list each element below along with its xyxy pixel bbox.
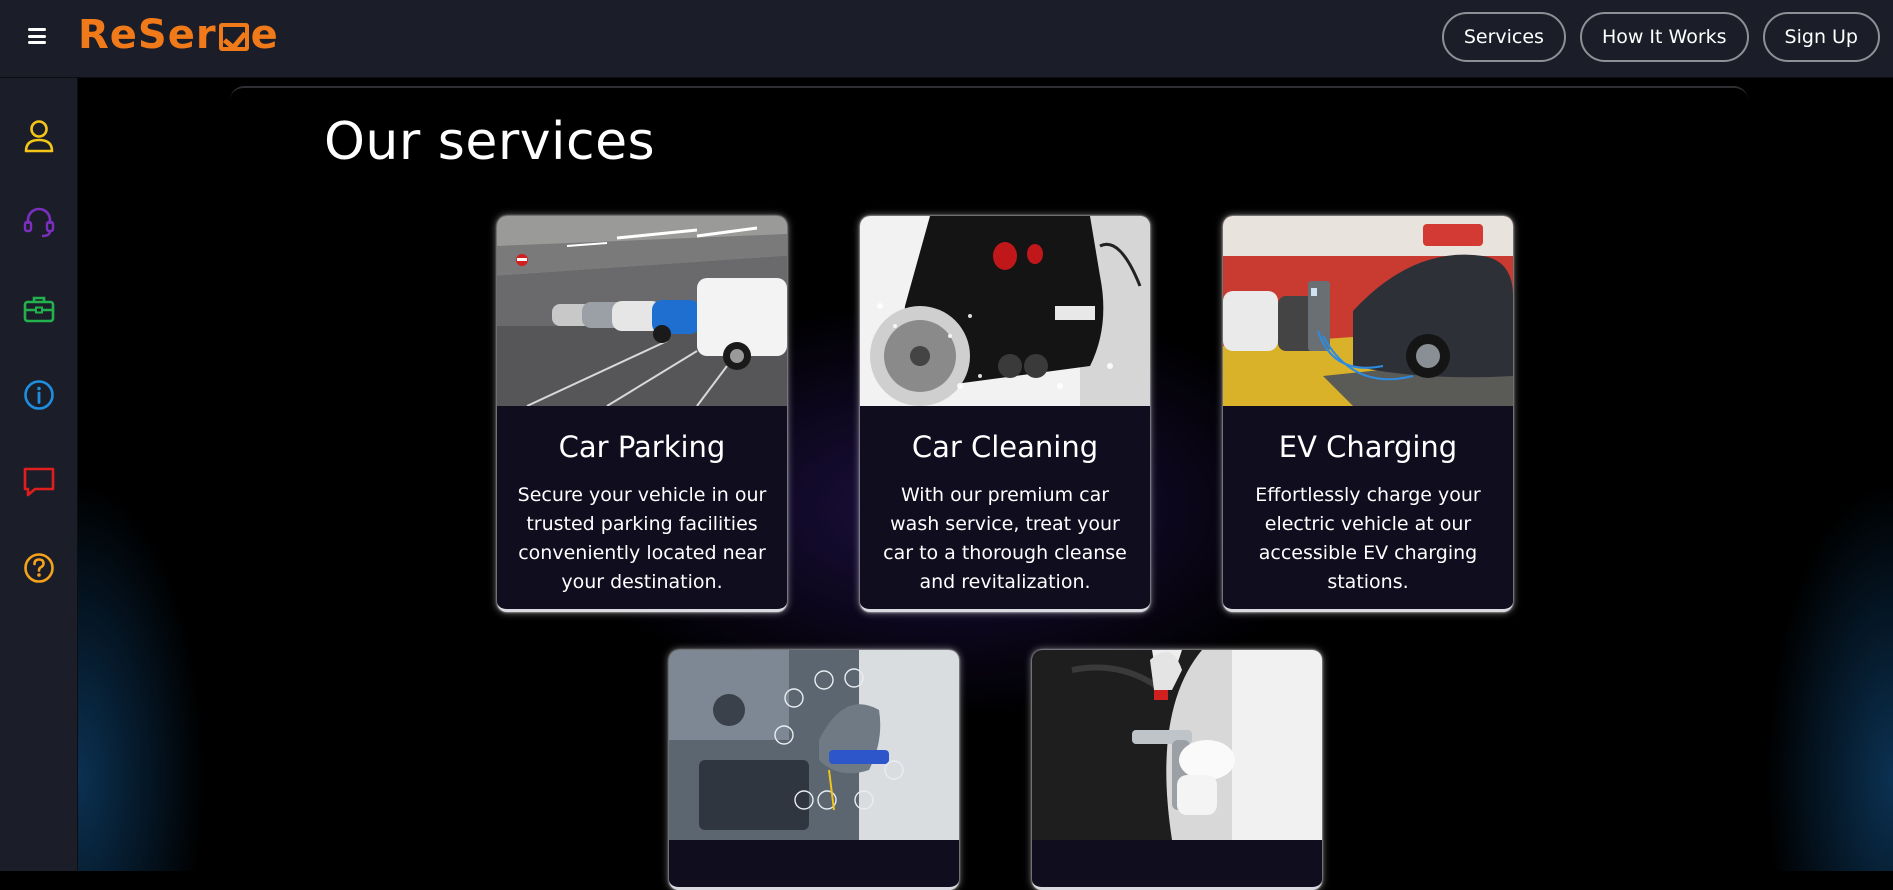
reserve-logo[interactable]: ReSer e	[78, 12, 279, 58]
chat-icon[interactable]	[21, 464, 57, 500]
card-title: Car Parking	[558, 430, 726, 464]
logo-text-start: ReSer	[78, 12, 217, 58]
briefcase-icon[interactable]	[21, 291, 57, 327]
spray-painting-photo	[1032, 650, 1322, 840]
logo-check-icon	[218, 23, 249, 51]
car-wash-photo	[860, 216, 1150, 406]
service-card-car-parking[interactable]: Car Parking Secure your vehicle in our t…	[497, 216, 787, 612]
parking-garage-photo	[497, 216, 787, 406]
page-title: Our services	[324, 112, 656, 172]
card-description: Effortlessly charge your electric vehicl…	[1255, 484, 1481, 593]
engine-repair-photo	[669, 650, 959, 840]
card-description: With our premium car wash service, treat…	[883, 484, 1127, 593]
service-card-engine[interactable]	[669, 650, 959, 890]
logo-text-end: e	[250, 12, 279, 58]
headset-icon[interactable]	[21, 204, 57, 240]
card-description: Secure your vehicle in our trusted parki…	[517, 484, 767, 593]
user-icon[interactable]	[21, 118, 57, 154]
nav-sign-up-button[interactable]: Sign Up	[1762, 12, 1880, 62]
help-icon[interactable]	[21, 550, 57, 586]
hamburger-menu-icon[interactable]	[28, 26, 48, 46]
info-icon[interactable]	[21, 377, 57, 413]
top-navbar: ReSer e Services How It Works Sign Up	[0, 0, 1893, 78]
service-card-painting[interactable]	[1032, 650, 1322, 890]
nav-how-it-works-button[interactable]: How It Works	[1579, 12, 1749, 62]
service-card-car-cleaning[interactable]: Car Cleaning With our premium car wash s…	[860, 216, 1150, 612]
nav-buttons: Services How It Works Sign Up	[1441, 12, 1880, 62]
sidebar	[0, 78, 78, 871]
ev-charging-photo	[1223, 216, 1513, 406]
card-title: Car Cleaning	[911, 430, 1099, 464]
nav-services-button[interactable]: Services	[1441, 12, 1566, 62]
service-card-ev-charging[interactable]: EV Charging Effortlessly charge your ele…	[1223, 216, 1513, 612]
card-title: EV Charging	[1278, 430, 1458, 464]
